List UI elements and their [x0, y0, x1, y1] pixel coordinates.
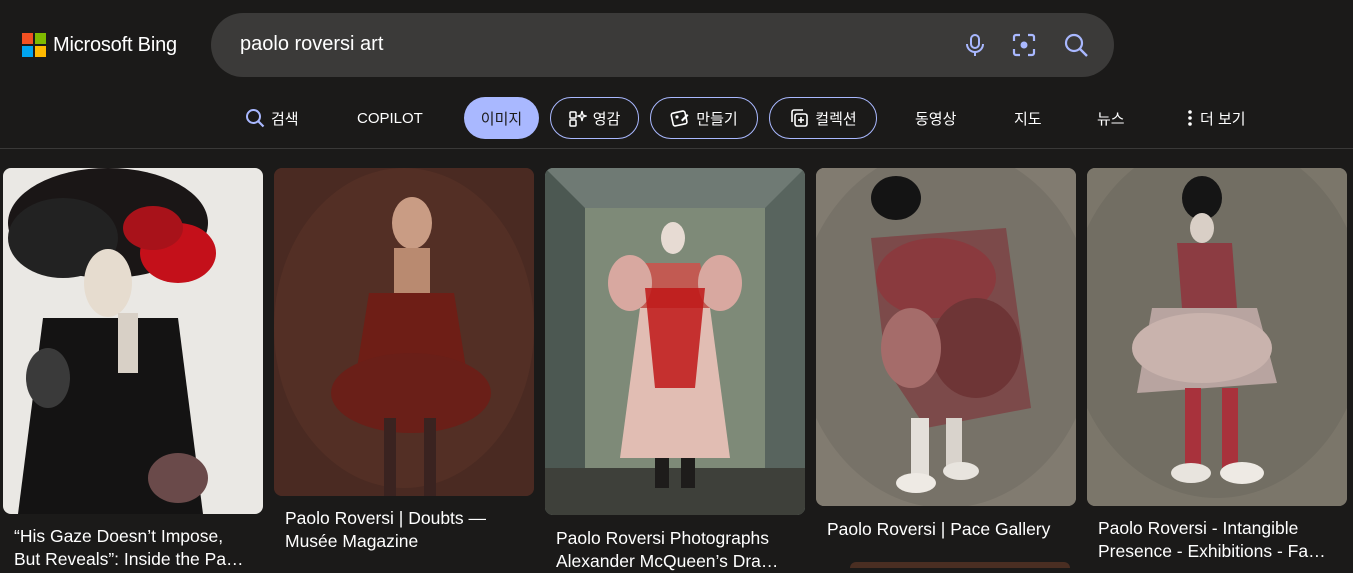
- header-divider: [0, 148, 1353, 149]
- sparkle-icon: [568, 110, 587, 127]
- tab-collections[interactable]: 컬렉션: [769, 97, 877, 139]
- tab-inspiration[interactable]: 영감: [550, 97, 639, 139]
- tab-label: COPILOT: [357, 109, 423, 127]
- brand-name: Microsoft Bing: [53, 33, 177, 56]
- result-thumbnail[interactable]: [3, 168, 263, 514]
- tab-search[interactable]: 검색: [245, 97, 299, 139]
- search-box[interactable]: paolo roversi art: [211, 13, 1114, 77]
- microphone-icon[interactable]: [962, 32, 988, 58]
- result-thumbnail[interactable]: [274, 168, 534, 496]
- result-caption-line1[interactable]: Paolo Roversi Photographs: [556, 527, 796, 550]
- result-caption-line2[interactable]: Presence - Exhibitions - Fa…: [1098, 540, 1343, 563]
- tab-copilot[interactable]: COPILOT: [357, 97, 423, 139]
- result-caption-line2[interactable]: Alexander McQueen’s Dra…: [556, 550, 796, 573]
- image-create-icon: [670, 110, 689, 127]
- scope-tabs: 검색 COPILOT 이미지 영감 만들기 컬렉션 동영상 지도 뉴스 더 보기: [0, 97, 1353, 141]
- search-icon: [246, 109, 265, 128]
- result-caption-line1[interactable]: “His Gaze Doesn’t Impose,: [14, 525, 244, 548]
- result-thumbnail-partial[interactable]: [850, 562, 1070, 568]
- collection-icon: [791, 109, 809, 127]
- more-vertical-icon: [1188, 110, 1192, 126]
- bing-logo[interactable]: Microsoft Bing: [22, 33, 177, 57]
- tab-label: 지도: [1014, 110, 1042, 128]
- result-thumbnail[interactable]: [545, 168, 805, 515]
- tab-label: 뉴스: [1097, 110, 1125, 128]
- result-caption-line1[interactable]: Paolo Roversi | Pace Gallery: [827, 518, 1072, 541]
- tab-create[interactable]: 만들기: [650, 97, 758, 139]
- result-thumbnail[interactable]: [816, 168, 1076, 506]
- result-caption-line2[interactable]: Musée Magazine: [285, 530, 525, 553]
- tab-label: 더 보기: [1200, 110, 1246, 128]
- microsoft-logo-icon: [22, 33, 46, 57]
- header: Microsoft Bing paolo roversi art: [0, 0, 1353, 92]
- search-input[interactable]: paolo roversi art: [240, 33, 383, 56]
- tab-news[interactable]: 뉴스: [1097, 97, 1125, 139]
- tab-images[interactable]: 이미지: [464, 97, 539, 139]
- tab-label: 영감: [592, 110, 621, 128]
- tab-label: 만들기: [696, 110, 738, 128]
- search-icon[interactable]: [1063, 32, 1089, 58]
- tab-label: 검색: [271, 110, 299, 128]
- tab-label: 동영상: [915, 110, 957, 128]
- result-thumbnail[interactable]: [1087, 168, 1347, 506]
- tab-maps[interactable]: 지도: [1014, 97, 1042, 139]
- tab-more[interactable]: 더 보기: [1186, 97, 1246, 139]
- tab-videos[interactable]: 동영상: [915, 97, 956, 139]
- tab-label: 컬렉션: [815, 110, 857, 128]
- tab-label: 이미지: [480, 110, 523, 128]
- result-caption-line1[interactable]: Paolo Roversi - Intangible: [1098, 517, 1343, 540]
- result-caption-line1[interactable]: Paolo Roversi | Doubts —: [285, 507, 525, 530]
- visual-search-icon[interactable]: [1011, 32, 1037, 58]
